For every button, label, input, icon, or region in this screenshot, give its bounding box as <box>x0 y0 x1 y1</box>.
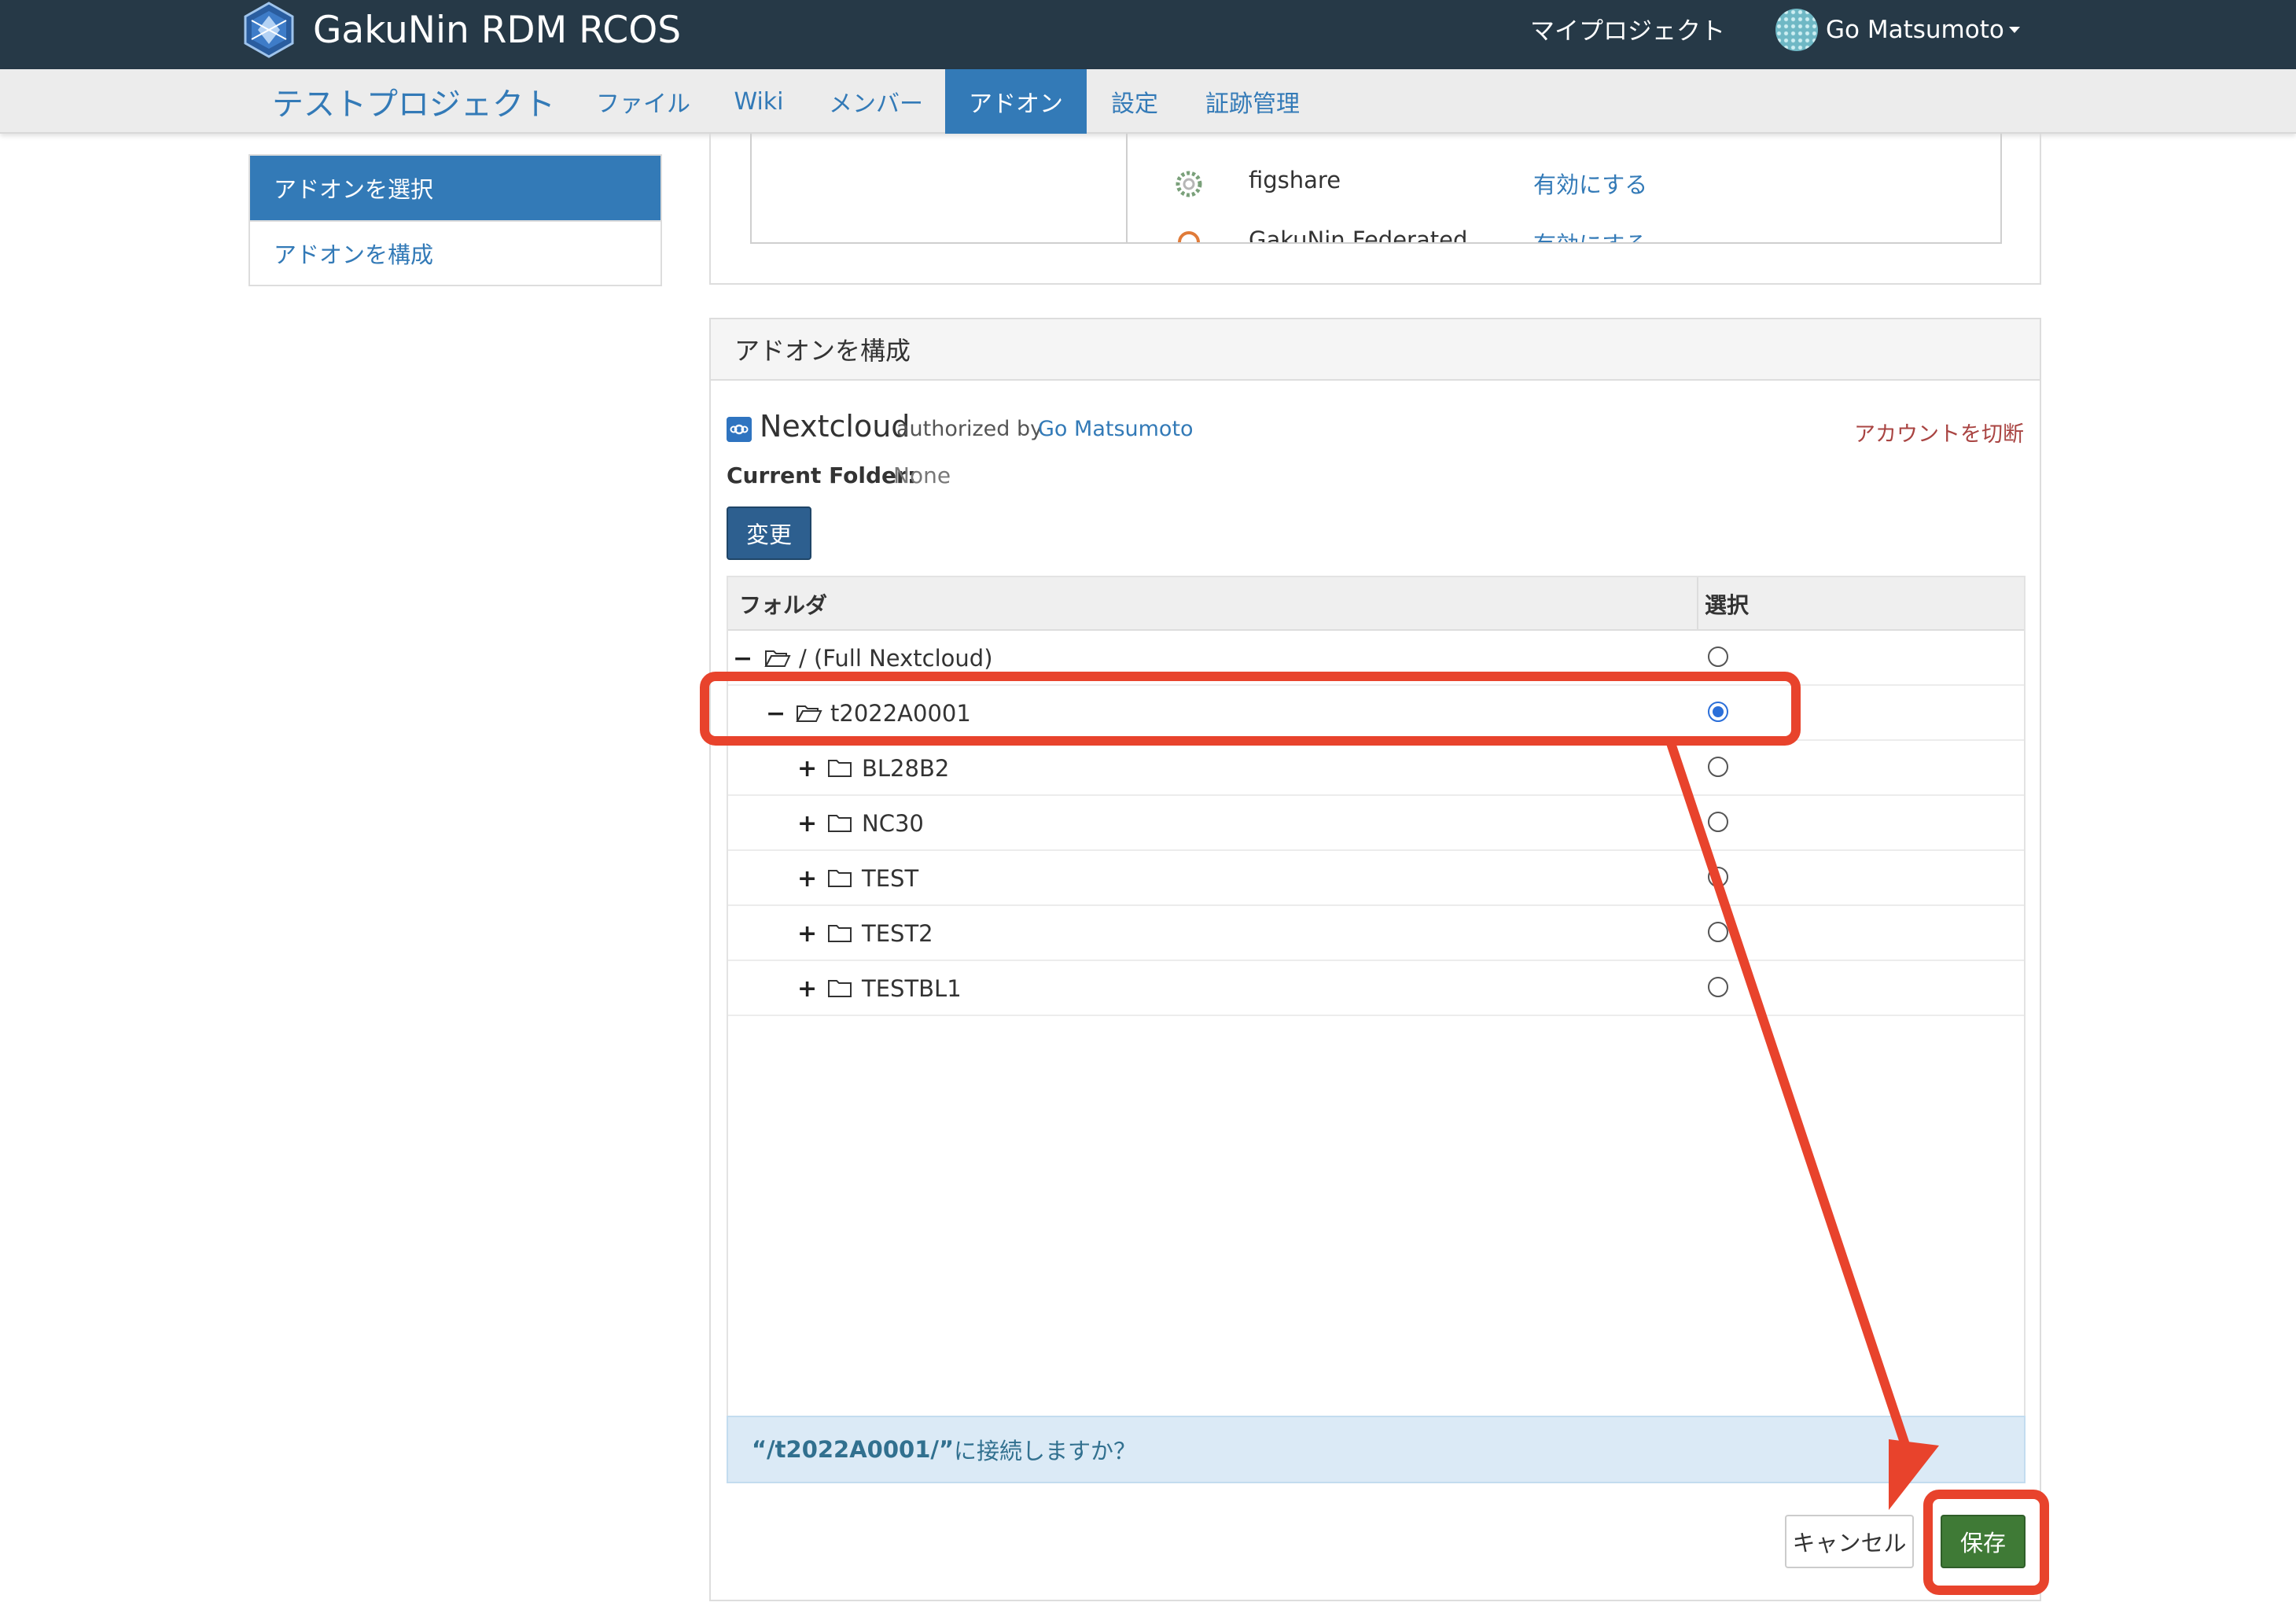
sidebar-item-select-addon[interactable]: アドオンを選択 <box>250 156 660 220</box>
tab-wiki[interactable]: Wiki <box>712 69 805 134</box>
gakunin-federated-icon <box>1178 231 1200 242</box>
current-folder-label: Current Folder: <box>727 462 917 488</box>
folder-row[interactable]: + TEST <box>728 851 2024 906</box>
collapse-toggle[interactable]: − <box>733 631 752 686</box>
folder-radio[interactable] <box>1708 646 1728 667</box>
folder-picker: フォルダ 選択 − / (Full Nextcloud) − t2022A000… <box>727 576 2026 1420</box>
addon-list-divider <box>1126 134 1128 242</box>
folder-row[interactable]: + BL28B2 <box>728 741 2024 796</box>
enable-addon-link[interactable]: 有効にする <box>1533 227 1647 242</box>
folder-name[interactable]: TESTBL1 <box>862 961 962 1016</box>
authorized-user-link[interactable]: Go Matsumoto <box>1038 417 1194 441</box>
folder-name[interactable]: BL28B2 <box>862 741 949 796</box>
brand-name: GakuNin RDM RCOS <box>313 8 682 52</box>
folder-radio[interactable] <box>1708 867 1728 887</box>
addon-name: figshare <box>1249 167 1341 193</box>
folder-open-icon <box>796 705 822 722</box>
folder-icon <box>828 980 852 997</box>
tab-files[interactable]: ファイル <box>580 69 706 134</box>
project-title[interactable]: テストプロジェクト <box>272 69 555 134</box>
folder-name[interactable]: NC30 <box>862 796 924 851</box>
folder-name[interactable]: TEST <box>862 851 918 906</box>
select-addon-panel: figshare 有効にする GakuNin Federated 有効にする <box>709 134 2041 285</box>
top-navbar: GakuNin RDM RCOS マイプロジェクト Go Matsumoto <box>0 0 2296 69</box>
folder-table-header: フォルダ 選択 <box>728 577 2024 631</box>
gakunin-logo-icon <box>244 2 294 58</box>
sidebar-item-configure-addon[interactable]: アドオンを構成 <box>250 220 660 285</box>
addon-sidebar: アドオンを選択 アドオンを構成 <box>248 154 662 286</box>
folder-radio[interactable] <box>1708 922 1728 942</box>
expand-toggle[interactable]: + <box>797 741 817 796</box>
folder-row[interactable]: + TEST2 <box>728 906 2024 961</box>
configure-addon-panel: アドオンを構成 Nextcloud authorized by Go Matsu… <box>709 318 2041 1601</box>
authorized-by-label: authorized by <box>896 417 1043 441</box>
column-header-select: 選択 <box>1705 592 1750 618</box>
folder-icon <box>828 870 852 887</box>
panel-title: アドオンを構成 <box>711 319 2040 381</box>
connect-confirmation: “/t2022A0001/” に接続しますか？ <box>727 1416 2026 1483</box>
cancel-button[interactable]: キャンセル <box>1785 1515 1914 1568</box>
folder-radio[interactable] <box>1708 812 1728 832</box>
folder-row[interactable]: + TESTBL1 <box>728 961 2024 1016</box>
expand-toggle[interactable]: + <box>797 796 817 851</box>
folder-icon <box>828 925 852 942</box>
save-button[interactable]: 保存 <box>1941 1515 2026 1568</box>
folder-radio-selected[interactable] <box>1708 702 1728 722</box>
expand-toggle[interactable]: + <box>797 906 817 961</box>
tab-addons[interactable]: アドオン <box>945 69 1087 134</box>
folder-name[interactable]: t2022A0001 <box>830 686 971 741</box>
addon-list: figshare 有効にする GakuNin Federated 有効にする <box>750 134 2002 244</box>
user-name: Go Matsumoto <box>1826 16 2004 44</box>
tab-settings[interactable]: 設定 <box>1099 69 1170 134</box>
project-navbar: テストプロジェクト ファイル Wiki メンバー アドオン 設定 証跡管理 <box>0 69 2296 134</box>
current-folder-value: None <box>893 462 951 488</box>
folder-icon <box>828 760 852 777</box>
expand-toggle[interactable]: + <box>797 961 817 1016</box>
figshare-icon <box>1176 171 1202 197</box>
my-projects-link[interactable]: マイプロジェクト <box>1530 0 1725 57</box>
folder-radio[interactable] <box>1708 977 1728 997</box>
folder-name[interactable]: TEST2 <box>862 906 933 961</box>
folder-name[interactable]: / (Full Nextcloud) <box>799 631 993 686</box>
folder-row[interactable]: + NC30 <box>728 796 2024 851</box>
user-menu[interactable]: Go Matsumoto <box>1775 0 2020 60</box>
nextcloud-icon <box>727 417 752 442</box>
brand[interactable]: GakuNin RDM RCOS <box>241 0 681 60</box>
caret-down-icon <box>2008 27 2020 33</box>
folder-open-icon <box>764 650 791 667</box>
change-folder-button[interactable]: 変更 <box>727 506 811 560</box>
confirm-message: に接続しますか？ <box>954 1438 1137 1464</box>
column-divider <box>1697 577 1698 631</box>
tab-members[interactable]: メンバー <box>818 69 934 134</box>
collapse-toggle[interactable]: − <box>766 686 786 741</box>
expand-toggle[interactable]: + <box>797 851 817 906</box>
folder-row[interactable]: − t2022A0001 <box>728 686 2024 741</box>
enable-addon-link[interactable]: 有効にする <box>1533 167 1647 200</box>
folder-icon <box>828 815 852 832</box>
disconnect-account-link[interactable]: アカウントを切断 <box>1854 417 2024 448</box>
folder-row[interactable]: − / (Full Nextcloud) <box>728 631 2024 686</box>
addon-name: GakuNin Federated <box>1249 227 1468 244</box>
confirm-path: “/t2022A0001/” <box>752 1436 955 1463</box>
avatar <box>1775 9 1818 51</box>
folder-radio[interactable] <box>1708 757 1728 777</box>
addon-title: Nextcloud <box>760 409 911 444</box>
column-header-folder: フォルダ <box>739 592 828 618</box>
tab-audit[interactable]: 証跡管理 <box>1194 69 1312 134</box>
